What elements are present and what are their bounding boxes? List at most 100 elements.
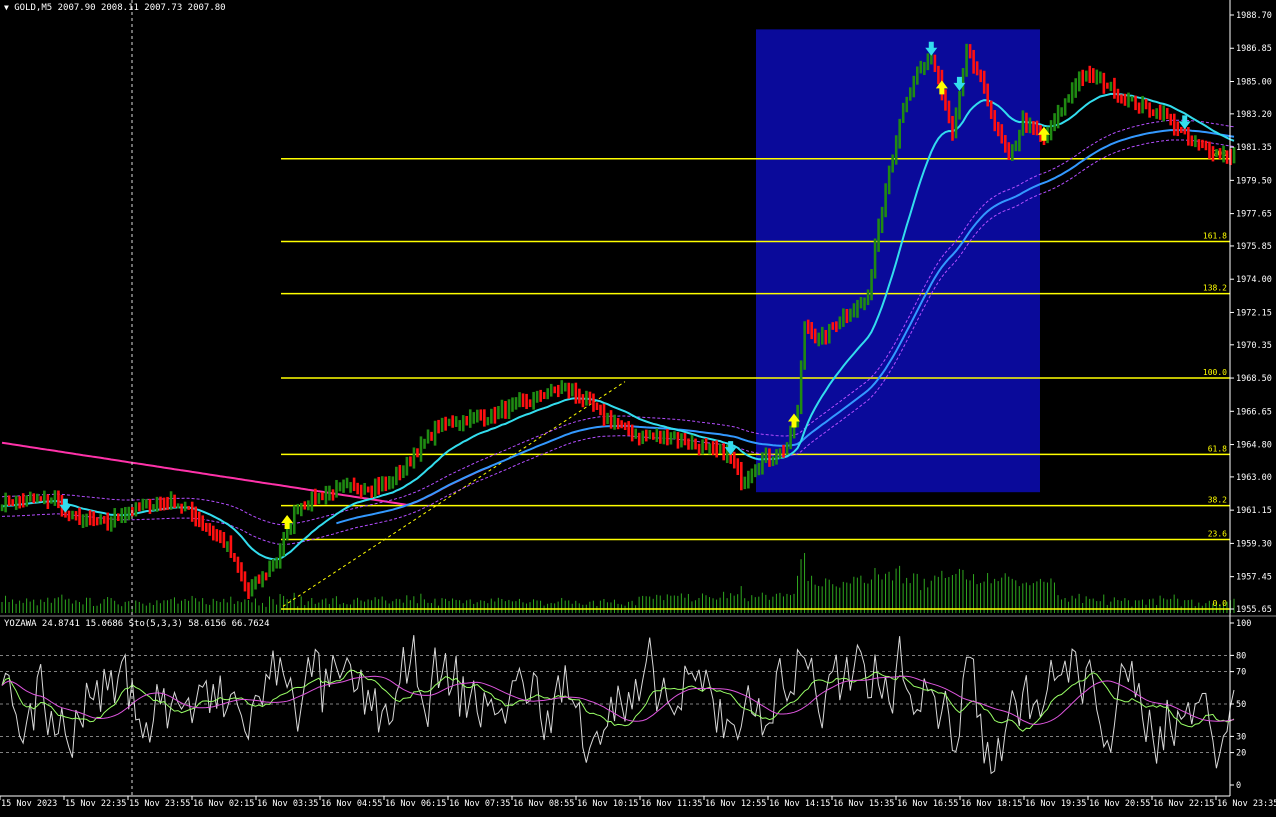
price-bar	[1106, 82, 1109, 89]
price-bar	[124, 507, 127, 523]
price-bar	[690, 434, 694, 450]
price-bar	[405, 456, 409, 476]
price-bar	[155, 496, 159, 512]
price-bar	[856, 299, 859, 318]
price-bar	[194, 506, 197, 527]
price-bar	[430, 431, 433, 441]
price-bar	[1187, 127, 1190, 146]
price-bar	[718, 443, 722, 454]
price-tick-label: 1985.00	[1236, 77, 1272, 87]
price-bar	[634, 428, 637, 439]
price-bar	[578, 388, 581, 404]
price-bar	[722, 443, 725, 461]
price-bar	[307, 500, 310, 511]
price-bar	[366, 486, 370, 493]
chart-menu-triangle-icon[interactable]: ▼	[4, 3, 9, 12]
price-bar	[152, 504, 155, 511]
price-bar	[1169, 113, 1173, 126]
price-bar	[546, 388, 549, 400]
price-bar	[398, 464, 402, 481]
price-bar	[912, 75, 916, 98]
price-bar	[388, 476, 391, 490]
price-bar	[141, 498, 145, 511]
price-bar	[226, 541, 229, 552]
price-bar	[81, 514, 85, 528]
price-tick-label: 1981.35	[1236, 143, 1272, 153]
price-bar	[1232, 147, 1236, 164]
price-bar	[46, 494, 50, 509]
price-bar	[740, 461, 743, 491]
price-bar	[620, 420, 623, 429]
price-bar	[771, 456, 775, 467]
price-bar	[1141, 95, 1144, 114]
price-bar	[542, 392, 546, 399]
price-bar	[659, 430, 662, 444]
price-bar	[1109, 81, 1113, 92]
price-tick-label: 1966.65	[1236, 407, 1272, 417]
price-bar	[923, 62, 926, 75]
price-bar	[820, 326, 824, 345]
moving-averages-layer	[1, 92, 1235, 561]
price-bar	[842, 308, 845, 327]
price-bar	[419, 436, 423, 462]
price-bar	[50, 497, 53, 504]
price-bar	[1218, 148, 1222, 160]
price-bar	[212, 525, 215, 541]
price-bar	[996, 121, 1000, 137]
price-bar	[490, 408, 493, 424]
price-bar	[789, 425, 792, 450]
price-bar	[588, 391, 592, 405]
price-bar	[271, 559, 275, 572]
price-bar	[782, 444, 785, 458]
price-bar	[416, 448, 419, 458]
price-bar	[1025, 112, 1028, 133]
price-bar	[134, 502, 138, 517]
price-bar	[1004, 135, 1007, 153]
price-bar	[28, 491, 32, 502]
price-bar	[581, 394, 585, 408]
price-bar	[898, 118, 901, 149]
price-bar	[1222, 145, 1225, 163]
price-bar	[497, 405, 500, 420]
price-bar	[919, 60, 923, 74]
price-bar	[828, 323, 831, 344]
price-bar	[268, 560, 271, 577]
price-bar	[757, 462, 761, 476]
price-bar	[736, 458, 740, 476]
price-bar	[680, 433, 683, 448]
time-tick-label: 16 Nov 10:15	[577, 799, 638, 809]
price-tick-label: 1974.00	[1236, 275, 1272, 285]
fib-label: 161.8	[1203, 231, 1227, 240]
price-bar	[468, 409, 472, 428]
price-bar	[236, 556, 240, 573]
price-bar	[197, 511, 201, 528]
price-bar	[500, 399, 504, 419]
price-bar	[85, 513, 88, 527]
price-bar	[303, 501, 307, 510]
price-bar	[637, 432, 641, 446]
price-bar	[1084, 70, 1088, 82]
time-tick-label: 15 Nov 2023	[1, 799, 57, 809]
price-bar	[701, 439, 704, 455]
chart-canvas[interactable]: 0.0 23.6 38.2 61.8 100.0 138.2 161.8 20 0 1988.7…	[0, 0, 1276, 813]
price-bar	[676, 432, 680, 449]
price-bar	[180, 503, 183, 514]
price-bar	[1201, 139, 1204, 149]
price-bar	[1148, 102, 1151, 118]
price-bar	[324, 485, 328, 505]
price-bar	[39, 496, 43, 502]
price-bar	[1127, 92, 1130, 108]
price-bar	[838, 316, 842, 330]
price-bar	[1116, 88, 1120, 103]
price-bar	[458, 420, 461, 431]
fibonacci-layer: 0.023.638.261.8100.0138.2161.8200	[281, 149, 1230, 610]
price-bar	[975, 61, 979, 76]
time-tick-label: 16 Nov 06:15	[385, 799, 446, 809]
price-tick-label: 1986.85	[1236, 44, 1272, 54]
chart-window[interactable]: 0.0 23.6 38.2 61.8 100.0 138.2 161.8 20 0 1988.7…	[0, 0, 1276, 813]
price-bar	[697, 443, 701, 456]
price-bar	[476, 409, 479, 423]
price-bar	[201, 515, 205, 531]
price-bar	[1063, 98, 1067, 116]
price-bar	[437, 419, 440, 434]
